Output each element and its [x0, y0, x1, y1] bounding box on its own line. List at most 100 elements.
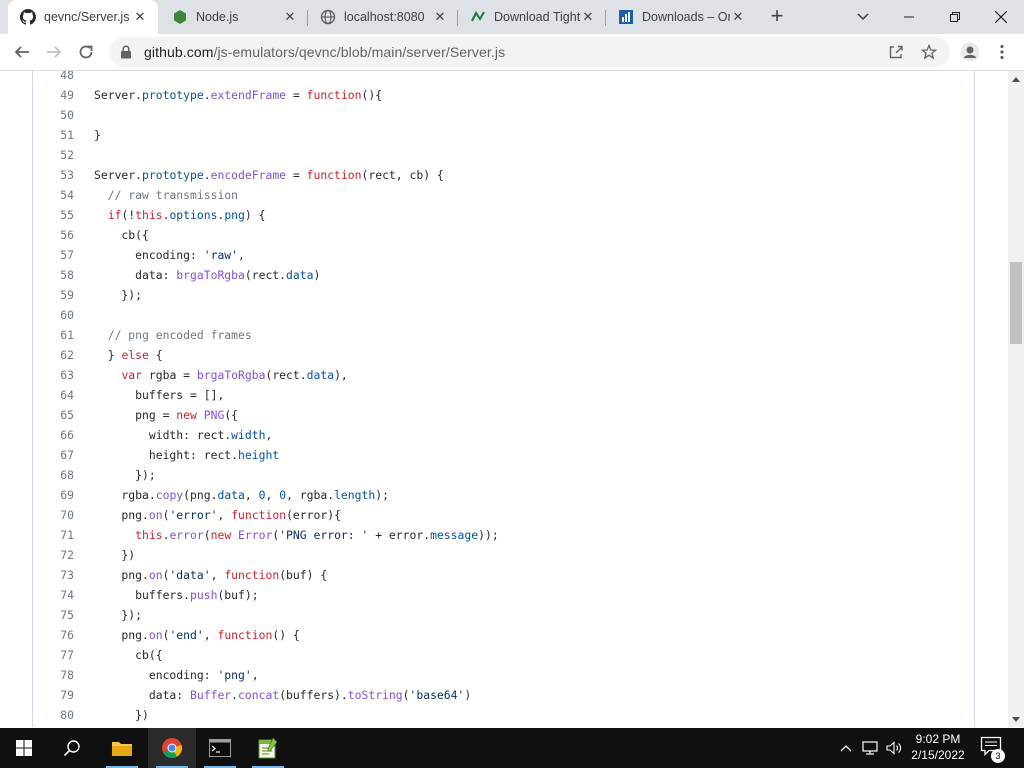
reload-icon[interactable] [72, 38, 100, 66]
line-number[interactable]: 77 [33, 645, 74, 665]
share-icon[interactable] [888, 44, 904, 60]
line-number[interactable]: 59 [33, 285, 74, 305]
line-number[interactable]: 57 [33, 245, 74, 265]
clock-date: 2/15/2022 [911, 748, 965, 762]
tab-search-icon[interactable] [852, 6, 874, 28]
line-number[interactable]: 66 [33, 425, 74, 445]
windows-taskbar: 9:02 PM 2/15/2022 3 [0, 728, 1024, 768]
tab-nodejs[interactable]: Node.js ✕ [160, 0, 308, 34]
close-icon[interactable]: ✕ [730, 9, 746, 25]
windows-start-icon[interactable] [0, 728, 48, 768]
tab-localhost[interactable]: localhost:8080 ✕ [308, 0, 458, 34]
line-number[interactable]: 60 [33, 305, 74, 325]
line-number[interactable]: 54 [33, 185, 74, 205]
more-menu-icon[interactable] [988, 38, 1016, 66]
line-code: Server.prototype.extendFrame = function(… [94, 88, 383, 102]
close-icon[interactable]: ✕ [580, 9, 596, 25]
chrome-icon[interactable] [148, 728, 196, 768]
line-number[interactable]: 55 [33, 205, 74, 225]
tab-download-tight[interactable]: Download Tight ✕ [458, 0, 606, 34]
line-number[interactable]: 73 [33, 565, 74, 585]
line-number[interactable]: 58 [33, 265, 74, 285]
code-line: 66 width: rect.width, [33, 425, 973, 445]
code-line: 56 cb({ [33, 225, 973, 245]
close-icon[interactable]: ✕ [282, 9, 298, 25]
notepad-plus-plus-icon[interactable] [244, 728, 292, 768]
forward-arrow-icon[interactable] [40, 38, 68, 66]
line-number[interactable]: 71 [33, 525, 74, 545]
system-clock[interactable]: 9:02 PM 2/15/2022 [906, 731, 970, 765]
line-number[interactable]: 69 [33, 485, 74, 505]
restore-button[interactable] [932, 0, 978, 34]
volume-icon[interactable] [886, 740, 902, 756]
address-bar[interactable]: github.com/js-emulators/qevnc/blob/main/… [110, 37, 950, 67]
line-number[interactable]: 67 [33, 445, 74, 465]
line-number[interactable]: 64 [33, 385, 74, 405]
line-number[interactable]: 61 [33, 325, 74, 345]
close-window-button[interactable] [978, 0, 1024, 34]
lock-icon[interactable] [120, 45, 134, 59]
line-code: data: Buffer.concat(buffers).toString('b… [94, 688, 472, 702]
line-code: }); [94, 288, 143, 302]
tab-downloads[interactable]: Downloads – Or ✕ [606, 0, 756, 34]
line-number[interactable]: 48 [33, 71, 74, 85]
line-number[interactable]: 78 [33, 665, 74, 685]
code-line: 79 data: Buffer.concat(buffers).toString… [33, 685, 973, 705]
line-code: png.on('end', function() { [94, 628, 300, 642]
star-icon[interactable] [921, 44, 937, 60]
line-number[interactable]: 65 [33, 405, 74, 425]
close-icon[interactable]: ✕ [432, 9, 448, 25]
line-number[interactable]: 76 [33, 625, 74, 645]
line-number[interactable]: 56 [33, 225, 74, 245]
file-explorer-icon[interactable] [98, 728, 146, 768]
code-line: 59 }); [33, 285, 973, 305]
line-number[interactable]: 72 [33, 545, 74, 565]
browser-toolbar: github.com/js-emulators/qevnc/blob/main/… [0, 34, 1024, 71]
code-line: 78 encoding: 'png', [33, 665, 973, 685]
line-number[interactable]: 53 [33, 165, 74, 185]
scroll-up-arrow-icon[interactable] [1008, 71, 1024, 87]
code-line: 73 png.on('data', function(buf) { [33, 565, 973, 585]
terminal-icon[interactable] [196, 728, 244, 768]
line-code: } [94, 128, 101, 142]
line-number[interactable]: 62 [33, 345, 74, 365]
globe-icon [320, 9, 336, 25]
code-line: 51} [33, 125, 973, 145]
line-code: }); [94, 608, 143, 622]
line-code: this.error(new Error('PNG error: ' + err… [135, 528, 499, 542]
line-number[interactable]: 80 [33, 705, 74, 725]
line-number[interactable]: 50 [33, 105, 74, 125]
back-arrow-icon[interactable] [8, 38, 36, 66]
line-number[interactable]: 68 [33, 465, 74, 485]
new-tab-button[interactable]: + [766, 5, 788, 28]
line-code: // raw transmission [107, 188, 239, 202]
clock-time: 9:02 PM [915, 732, 961, 746]
code-line: 54 // raw transmission [33, 185, 973, 205]
chevron-up-icon[interactable] [838, 740, 854, 756]
page-viewport: 48 49 Server.prototype.extendFrame = func… [0, 71, 1008, 727]
close-icon[interactable]: ✕ [132, 9, 148, 25]
line-number[interactable]: 52 [33, 145, 74, 165]
line-number[interactable]: 63 [33, 365, 74, 385]
line-number[interactable]: 51 [33, 125, 74, 145]
line-number[interactable]: 75 [33, 605, 74, 625]
search-icon[interactable] [48, 728, 96, 768]
scrollbar-thumb[interactable] [1010, 262, 1022, 344]
line-number[interactable]: 49 [33, 85, 74, 105]
code-line: 55 if(!this.options.png) { [33, 205, 973, 225]
notification-count-badge: 3 [991, 749, 1005, 763]
line-number[interactable]: 70 [33, 505, 74, 525]
minimize-button[interactable] [886, 0, 932, 34]
scroll-down-arrow-icon[interactable] [1008, 711, 1024, 727]
nodejs-icon [172, 9, 188, 25]
github-icon [20, 9, 36, 25]
page-scrollbar[interactable] [1008, 71, 1024, 727]
profile-icon[interactable] [956, 38, 984, 66]
line-code: Server.prototype.encodeFrame = function(… [94, 168, 444, 182]
line-number[interactable]: 74 [33, 585, 74, 605]
tab-server-js[interactable]: qevnc/Server.js ✕ [8, 0, 158, 34]
network-icon[interactable] [862, 740, 878, 756]
code-line: 71 this.error(new Error('PNG error: ' + … [33, 525, 973, 545]
line-code: cb({ [94, 228, 149, 242]
line-number[interactable]: 79 [33, 685, 74, 705]
